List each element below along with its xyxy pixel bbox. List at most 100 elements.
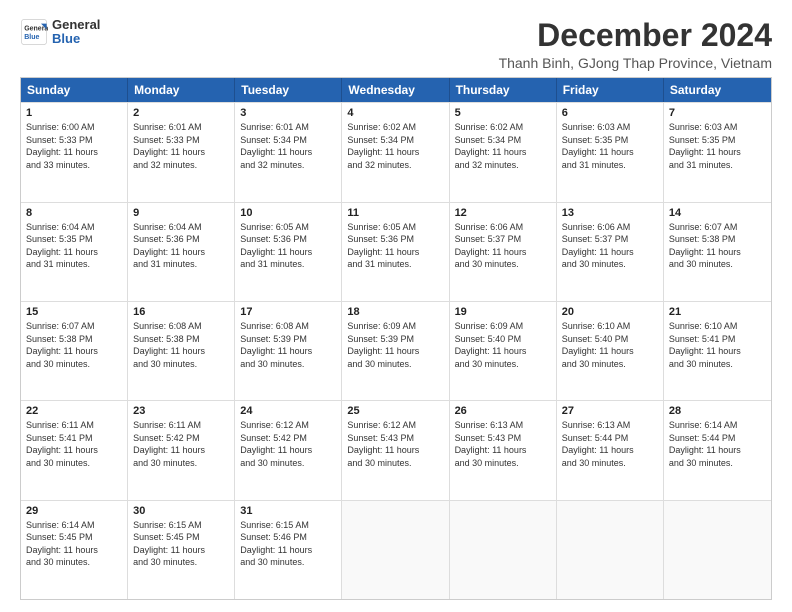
header-thursday: Thursday (450, 78, 557, 102)
calendar: SundayMondayTuesdayWednesdayThursdayFrid… (20, 77, 772, 600)
day-info: Sunrise: 6:00 AMSunset: 5:33 PMDaylight:… (26, 121, 122, 171)
calendar-day-empty (664, 501, 771, 599)
day-number: 2 (133, 107, 229, 119)
calendar-day-27: 27Sunrise: 6:13 AMSunset: 5:44 PMDayligh… (557, 401, 664, 499)
day-number: 12 (455, 207, 551, 219)
calendar-day-12: 12 Sunrise: 6:06 AMSunset: 5:37 PMDayligh… (450, 203, 557, 301)
calendar-day-4: 4 Sunrise: 6:02 AMSunset: 5:34 PMDaylight… (342, 103, 449, 201)
day-info: Sunrise: 6:15 AMSunset: 5:46 PMDaylight:… (240, 519, 336, 569)
calendar-day-8: 8Sunrise: 6:04 AMSunset: 5:35 PMDaylight… (21, 203, 128, 301)
day-info: Sunrise: 6:08 AMSunset: 5:39 PMDaylight:… (240, 320, 336, 370)
calendar-row-4: 22 Sunrise: 6:11 AMSunset: 5:41 PMDayligh… (21, 400, 771, 499)
day-number: 23 (133, 405, 229, 417)
calendar-day-24: 24 Sunrise: 6:12 AMSunset: 5:42 PMDayligh… (235, 401, 342, 499)
day-number: 10 (240, 207, 336, 219)
calendar-day-31: 31 Sunrise: 6:15 AMSunset: 5:46 PMDayligh… (235, 501, 342, 599)
calendar-day-3: 3Sunrise: 6:01 AMSunset: 5:34 PMDaylight… (235, 103, 342, 201)
header-friday: Friday (557, 78, 664, 102)
day-info: Sunrise: 6:15 AMSunset: 5:45 PMDaylight:… (133, 519, 229, 569)
day-info: Sunrise: 6:14 AMSunset: 5:45 PMDaylight:… (26, 519, 122, 569)
day-number: 22 (26, 405, 122, 417)
day-info: Sunrise: 6:01 AMSunset: 5:33 PMDaylight:… (133, 121, 229, 171)
day-info: Sunrise: 6:14 AMSunset: 5:44 PMDaylight:… (669, 419, 766, 469)
subtitle: Thanh Binh, GJong Thap Province, Vietnam (499, 55, 772, 71)
day-number: 18 (347, 306, 443, 318)
day-info: Sunrise: 6:09 AMSunset: 5:39 PMDaylight:… (347, 320, 443, 370)
calendar-day-29: 29 Sunrise: 6:14 AMSunset: 5:45 PMDayligh… (21, 501, 128, 599)
header-tuesday: Tuesday (235, 78, 342, 102)
calendar-day-7: 7Sunrise: 6:03 AMSunset: 5:35 PMDaylight… (664, 103, 771, 201)
day-number: 31 (240, 505, 336, 517)
day-info: Sunrise: 6:07 AMSunset: 5:38 PMDaylight:… (669, 221, 766, 271)
day-number: 11 (347, 207, 443, 219)
calendar-day-empty (557, 501, 664, 599)
day-info: Sunrise: 6:08 AMSunset: 5:38 PMDaylight:… (133, 320, 229, 370)
calendar-day-13: 13 Sunrise: 6:06 AMSunset: 5:37 PMDayligh… (557, 203, 664, 301)
calendar-row-5: 29 Sunrise: 6:14 AMSunset: 5:45 PMDayligh… (21, 500, 771, 599)
day-info: Sunrise: 6:02 AMSunset: 5:34 PMDaylight:… (455, 121, 551, 171)
calendar-day-empty (450, 501, 557, 599)
header-saturday: Saturday (664, 78, 771, 102)
day-info: Sunrise: 6:01 AMSunset: 5:34 PMDaylight:… (240, 121, 336, 171)
day-info: Sunrise: 6:12 AMSunset: 5:43 PMDaylight:… (347, 419, 443, 469)
day-info: Sunrise: 6:04 AMSunset: 5:36 PMDaylight:… (133, 221, 229, 271)
logo-text: General Blue (52, 18, 100, 47)
day-number: 19 (455, 306, 551, 318)
day-info: Sunrise: 6:10 AMSunset: 5:40 PMDaylight:… (562, 320, 658, 370)
calendar-day-26: 26 Sunrise: 6:13 AMSunset: 5:43 PMDayligh… (450, 401, 557, 499)
calendar-day-22: 22 Sunrise: 6:11 AMSunset: 5:41 PMDayligh… (21, 401, 128, 499)
day-number: 20 (562, 306, 658, 318)
logo-line1: General (52, 18, 100, 32)
day-number: 4 (347, 107, 443, 119)
calendar-day-15: 15Sunrise: 6:07 AMSunset: 5:38 PMDayligh… (21, 302, 128, 400)
day-info: Sunrise: 6:06 AMSunset: 5:37 PMDaylight:… (455, 221, 551, 271)
day-info: Sunrise: 6:03 AMSunset: 5:35 PMDaylight:… (562, 121, 658, 171)
day-number: 29 (26, 505, 122, 517)
day-number: 30 (133, 505, 229, 517)
day-info: Sunrise: 6:13 AMSunset: 5:43 PMDaylight:… (455, 419, 551, 469)
day-info: Sunrise: 6:11 AMSunset: 5:41 PMDaylight:… (26, 419, 122, 469)
day-info: Sunrise: 6:10 AMSunset: 5:41 PMDaylight:… (669, 320, 766, 370)
calendar-day-5: 5 Sunrise: 6:02 AMSunset: 5:34 PMDaylight… (450, 103, 557, 201)
day-number: 13 (562, 207, 658, 219)
day-info: Sunrise: 6:09 AMSunset: 5:40 PMDaylight:… (455, 320, 551, 370)
calendar-day-1: 1 Sunrise: 6:00 AMSunset: 5:33 PMDaylight… (21, 103, 128, 201)
day-info: Sunrise: 6:06 AMSunset: 5:37 PMDaylight:… (562, 221, 658, 271)
header-monday: Monday (128, 78, 235, 102)
calendar-row-3: 15Sunrise: 6:07 AMSunset: 5:38 PMDayligh… (21, 301, 771, 400)
day-info: Sunrise: 6:13 AMSunset: 5:44 PMDaylight:… (562, 419, 658, 469)
day-info: Sunrise: 6:05 AMSunset: 5:36 PMDaylight:… (347, 221, 443, 271)
calendar-day-6: 6 Sunrise: 6:03 AMSunset: 5:35 PMDaylight… (557, 103, 664, 201)
day-number: 17 (240, 306, 336, 318)
calendar-body: 1 Sunrise: 6:00 AMSunset: 5:33 PMDaylight… (21, 102, 771, 599)
day-number: 1 (26, 107, 122, 119)
calendar-day-19: 19 Sunrise: 6:09 AMSunset: 5:40 PMDayligh… (450, 302, 557, 400)
calendar-day-9: 9Sunrise: 6:04 AMSunset: 5:36 PMDaylight… (128, 203, 235, 301)
day-number: 25 (347, 405, 443, 417)
day-number: 6 (562, 107, 658, 119)
day-number: 24 (240, 405, 336, 417)
calendar-day-11: 11 Sunrise: 6:05 AMSunset: 5:36 PMDayligh… (342, 203, 449, 301)
calendar-day-18: 18 Sunrise: 6:09 AMSunset: 5:39 PMDayligh… (342, 302, 449, 400)
logo-icon: General Blue (20, 18, 48, 46)
calendar-day-10: 10 Sunrise: 6:05 AMSunset: 5:36 PMDayligh… (235, 203, 342, 301)
day-number: 28 (669, 405, 766, 417)
day-info: Sunrise: 6:05 AMSunset: 5:36 PMDaylight:… (240, 221, 336, 271)
day-number: 5 (455, 107, 551, 119)
calendar-day-30: 30 Sunrise: 6:15 AMSunset: 5:45 PMDayligh… (128, 501, 235, 599)
day-info: Sunrise: 6:12 AMSunset: 5:42 PMDaylight:… (240, 419, 336, 469)
svg-text:Blue: Blue (24, 34, 39, 41)
main-title: December 2024 (499, 18, 772, 53)
calendar-row-1: 1 Sunrise: 6:00 AMSunset: 5:33 PMDaylight… (21, 102, 771, 201)
header-wednesday: Wednesday (342, 78, 449, 102)
calendar-day-17: 17 Sunrise: 6:08 AMSunset: 5:39 PMDayligh… (235, 302, 342, 400)
day-info: Sunrise: 6:11 AMSunset: 5:42 PMDaylight:… (133, 419, 229, 469)
day-info: Sunrise: 6:02 AMSunset: 5:34 PMDaylight:… (347, 121, 443, 171)
calendar-page: General Blue General Blue December 2024 … (0, 0, 792, 612)
title-block: December 2024 Thanh Binh, GJong Thap Pro… (499, 18, 772, 71)
calendar-day-25: 25 Sunrise: 6:12 AMSunset: 5:43 PMDayligh… (342, 401, 449, 499)
calendar-row-2: 8Sunrise: 6:04 AMSunset: 5:35 PMDaylight… (21, 202, 771, 301)
logo: General Blue General Blue (20, 18, 100, 47)
calendar-header: SundayMondayTuesdayWednesdayThursdayFrid… (21, 78, 771, 102)
day-number: 26 (455, 405, 551, 417)
